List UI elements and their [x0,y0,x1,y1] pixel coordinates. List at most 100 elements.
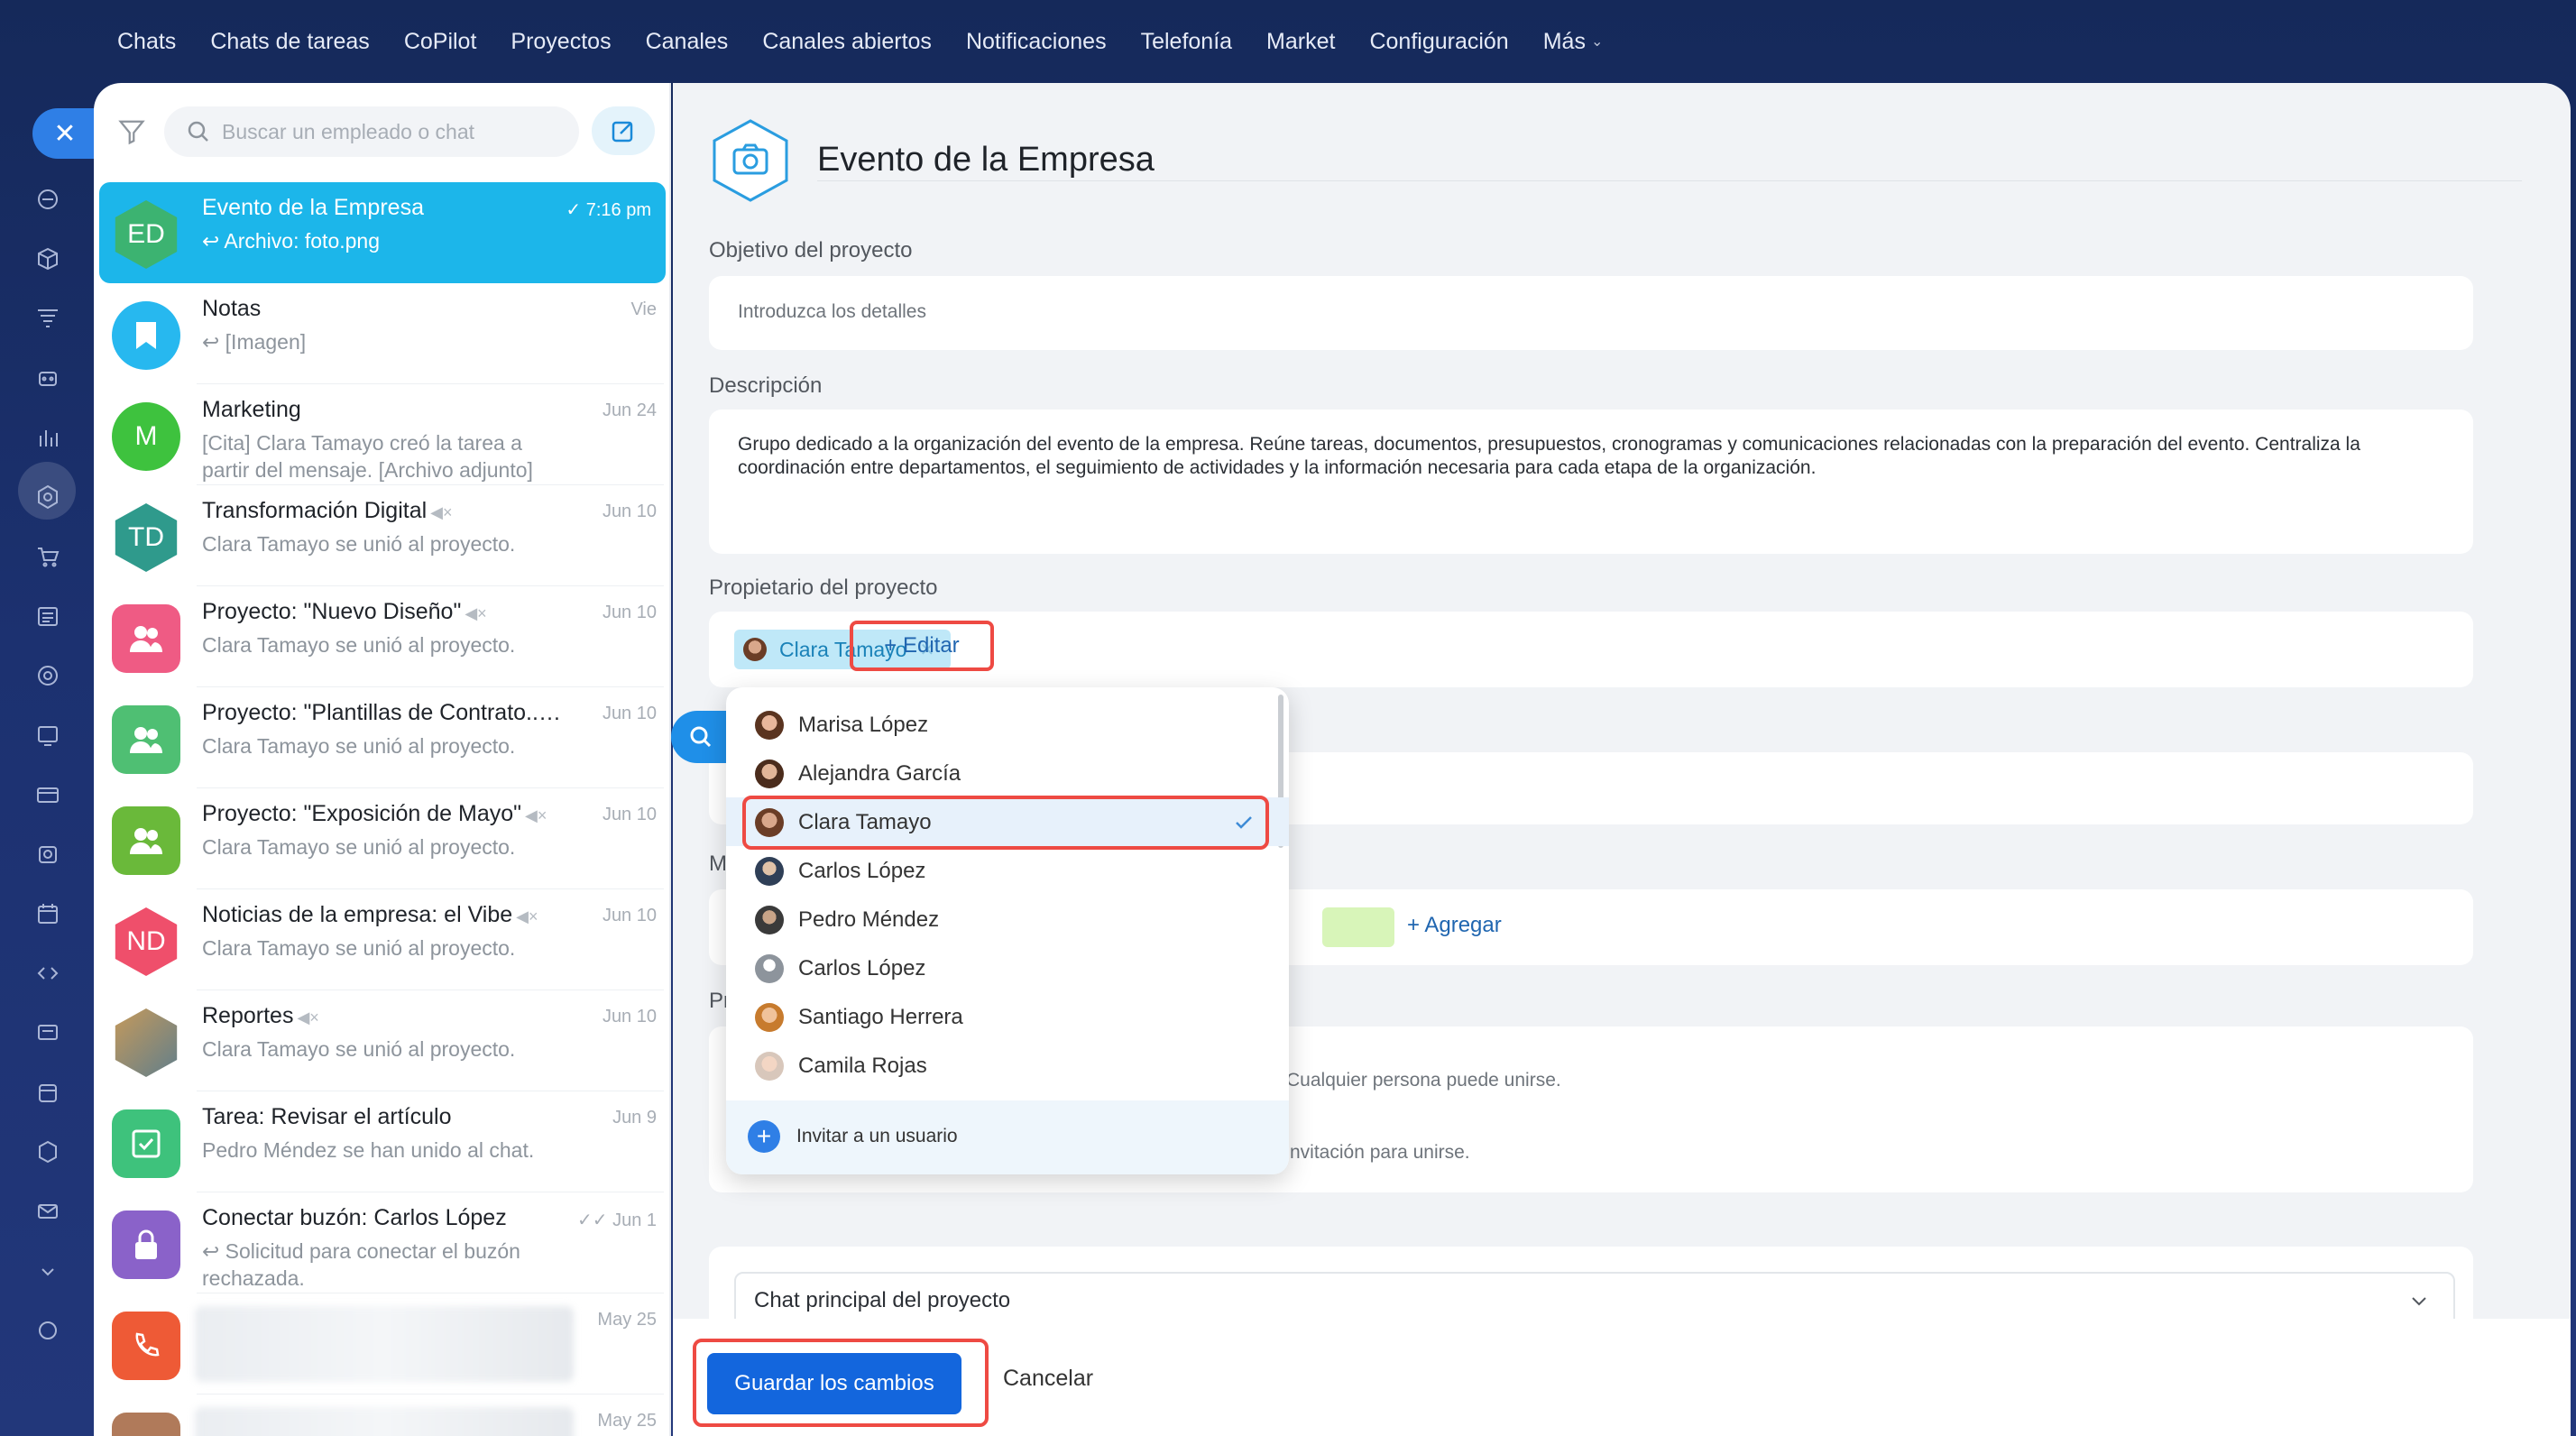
chat-item-tarea-revisar[interactable]: Tarea: Revisar el artículo Pedro Méndez … [94,1091,669,1192]
chat-title-text: Proyecto: "Nuevo Diseño" [202,599,462,624]
funnel-icon[interactable] [31,301,65,336]
invite-user-label: Invitar a un usuario [796,1126,958,1146]
plus-icon: + [748,1120,780,1153]
nav-open-channels[interactable]: Canales abiertos [762,29,932,55]
chat-item-noticias[interactable]: ND Noticias de la empresa: el Vibe ◀× Cla… [94,889,669,990]
nav-task-chats[interactable]: Chats de tareas [210,29,370,55]
nav-more-label: Más [1542,28,1586,54]
user-option[interactable]: Santiago Herrera [726,992,1289,1041]
chat-item-notas[interactable]: Notas ↩ [Imagen] Vie [94,283,669,384]
chat-title: Tarea: Revisar el artículo [202,1104,452,1129]
cart-icon[interactable] [31,539,65,574]
chat-item-evento[interactable]: ED Evento de la Empresa ↩ Archivo: foto.… [99,182,666,283]
description-field[interactable]: Grupo dedicado a la organización del eve… [709,410,2473,554]
card-icon[interactable] [31,778,65,812]
chat-item-reportes[interactable]: Reportes ◀× Clara Tamayo se unió al proye… [94,990,669,1091]
invite-option-text[interactable]: nvitación para unirse. [1290,1142,1470,1164]
user-option[interactable]: Camila Rojas [726,1041,1289,1090]
archive-icon[interactable] [31,1075,65,1109]
mute-icon: ◀× [430,503,453,521]
add-member-link[interactable]: + Agregar [1407,913,1502,938]
nav-market[interactable]: Market [1266,29,1335,55]
nav-more[interactable]: Más ⌄ [1543,29,1604,55]
camera-icon[interactable] [31,837,65,871]
chat-title-text: Transformación Digital [202,498,428,523]
chat-preview: ↩ Solicitud para conectar el buzón recha… [202,1239,520,1290]
display-icon[interactable] [31,1016,65,1050]
chat-date: May 25 [597,1411,657,1431]
chat-preview: ↩ Archivo: foto.png [202,229,380,253]
chat-item-conectar-buzon[interactable]: Conectar buzón: Carlos López ↩ Solicitud… [94,1192,669,1293]
filter-icon[interactable] [115,115,148,148]
chat-item-blurred[interactable]: May 25 [94,1395,669,1436]
camera-hex-icon[interactable] [707,117,794,204]
blurred-content [195,1306,574,1382]
footer-bar: Guardar los cambios Cancelar [673,1319,2571,1436]
members-label: M [709,851,727,876]
invite-user-button[interactable]: + Invitar a un usuario [726,1100,1289,1174]
nav-settings[interactable]: Configuración [1369,29,1508,55]
chat-item-exposicion[interactable]: Proyecto: "Exposición de Mayo" ◀× Clara T… [94,788,669,889]
chat-title: Notas [202,296,262,321]
robot-icon[interactable] [31,361,65,395]
chat-preview: Clara Tamayo se unió al proyecto. [202,936,516,960]
mute-icon: ◀× [465,604,487,622]
settings-hex-icon[interactable] [31,1135,65,1169]
search-icon [188,121,208,142]
chat-date: Jun 9 [612,1108,657,1128]
chat-date: Vie [630,299,657,319]
avatar [743,638,767,661]
mute-icon: ◀× [525,806,547,824]
chat-item-plantillas[interactable]: Proyecto: "Plantillas de Contrato...◀× C… [94,687,669,788]
member-chip[interactable] [1322,907,1394,947]
compose-icon [612,121,633,143]
floating-search-button[interactable] [671,711,731,763]
box-icon[interactable] [31,242,65,276]
chart-icon[interactable] [31,420,65,455]
search-input[interactable]: Buscar un empleado o chat [164,106,579,157]
goal-label: Objetivo del proyecto [709,238,913,262]
compose-button[interactable] [592,106,655,155]
user-option[interactable]: Carlos López [726,846,1289,895]
calendar-list-icon[interactable] [31,599,65,633]
edit-owner-button[interactable]: + Editar [850,621,994,671]
divider [817,180,2522,181]
open-option-text[interactable]: Cualquier persona puede unirse. [1286,1070,1561,1091]
chat-date: Jun 10 [602,603,657,622]
board-icon[interactable] [31,718,65,752]
chat-title: Reportes ◀× [202,1003,319,1029]
cancel-button[interactable]: Cancelar [1003,1366,1093,1392]
nav-channels[interactable]: Canales [646,29,729,55]
avatar [755,857,784,886]
chat-item-blurred[interactable]: May 25 [94,1293,669,1395]
circle-icon[interactable] [31,1313,65,1348]
user-option[interactable]: Carlos López [726,944,1289,992]
chat-item-nuevo-diseno[interactable]: Proyecto: "Nuevo Diseño" ◀× Clara Tamayo … [94,586,669,687]
save-button[interactable]: Guardar los cambios [707,1353,961,1414]
nav-projects[interactable]: Proyectos [511,29,611,55]
chat-title: Transformación Digital ◀× [202,498,453,524]
target-icon[interactable] [31,658,65,693]
chat-item-marketing[interactable]: M Marketing [Cita] Clara Tamayo creó la … [94,384,669,485]
mail-icon[interactable] [31,1194,65,1229]
avatar [112,301,180,370]
nav-chats[interactable]: Chats [117,29,176,55]
chat-title: Marketing [202,397,301,422]
user-option[interactable]: Marisa López [726,700,1289,749]
goal-placeholder: Introduzca los detalles [738,301,926,322]
chevron-down-icon[interactable] [31,1254,65,1288]
goal-field[interactable]: Introduzca los detalles [709,276,2473,350]
chevron-down-icon: ⌄ [1590,34,1604,50]
user-option[interactable]: Pedro Méndez [726,895,1289,944]
nav-copilot[interactable]: CoPilot [404,29,477,55]
user-option[interactable]: Alejandra García [726,749,1289,797]
activity-icon[interactable] [31,182,65,216]
chat-item-transformacion[interactable]: TD Transformación Digital ◀× Clara Tamayo… [94,485,669,586]
projects-icon[interactable] [31,480,65,514]
calendar-icon[interactable] [31,897,65,931]
close-icon[interactable]: ✕ [32,108,97,159]
code-icon[interactable] [31,956,65,990]
nav-telephony[interactable]: Telefonía [1141,29,1232,55]
nav-notifications[interactable]: Notificaciones [966,29,1107,55]
avatar [112,705,180,774]
